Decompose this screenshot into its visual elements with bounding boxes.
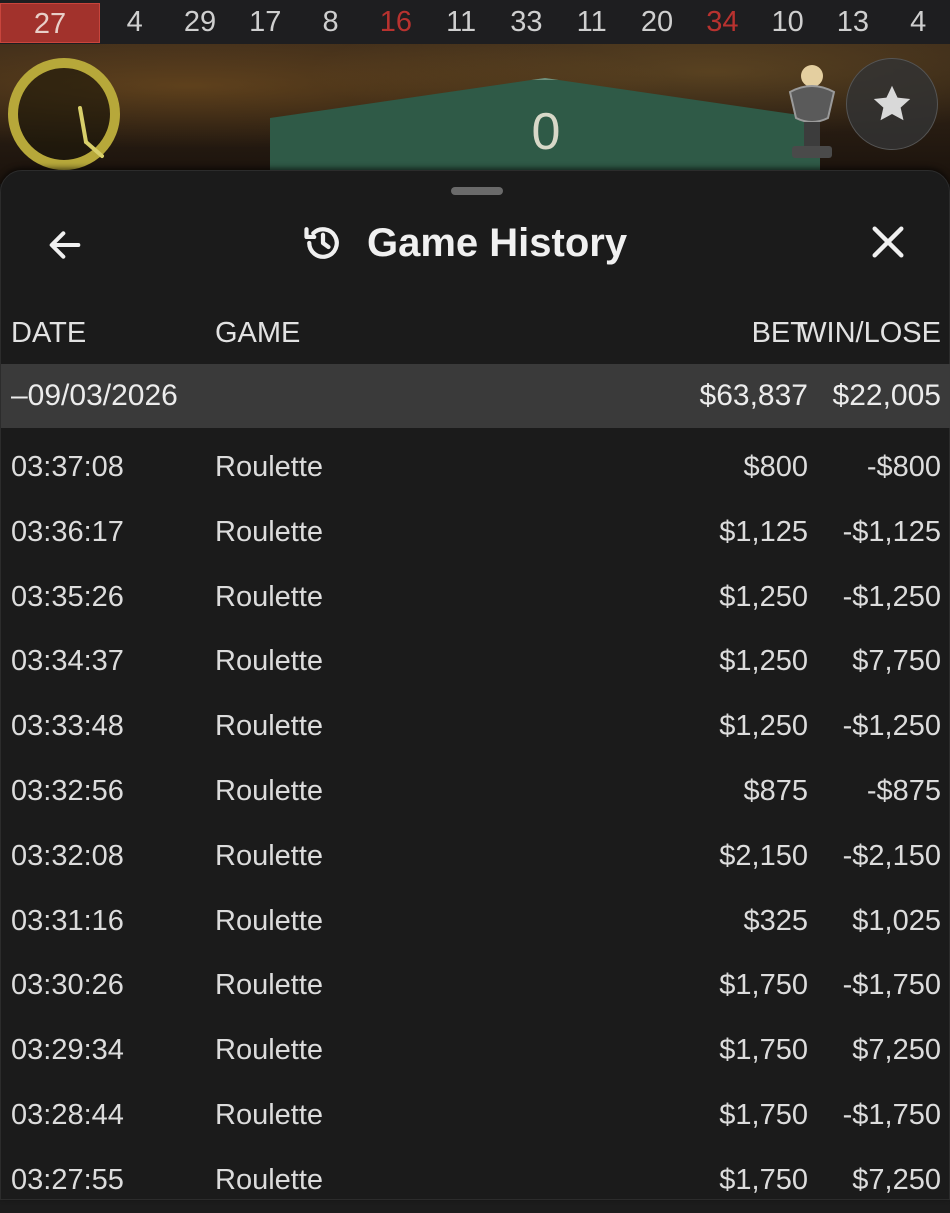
row-game: Roulette <box>215 1163 324 1196</box>
row-win-lose: -$800 <box>866 451 941 483</box>
history-icon <box>304 227 339 259</box>
result-number: 13 <box>836 6 870 38</box>
day-summary-row[interactable]: –09/03/2026 $63,837 $22,005 <box>1 364 950 428</box>
row-time: 03:36:17 <box>11 515 124 548</box>
row-time: 03:32:08 <box>11 839 124 872</box>
history-row[interactable]: 03:33:48 Roulette $1,250 -$1,250 <box>1 694 950 759</box>
row-game: Roulette <box>215 839 324 872</box>
row-game: Roulette <box>215 1034 324 1067</box>
result-number: 17 <box>249 6 282 38</box>
row-game: Roulette <box>215 580 324 613</box>
row-bet: $875 <box>743 774 808 807</box>
row-game: Roulette <box>215 515 324 548</box>
zero-pocket-label: 0 <box>531 103 561 161</box>
row-win-lose: -$1,250 <box>842 710 941 743</box>
row-game: Roulette <box>215 451 324 483</box>
close-icon <box>872 226 904 258</box>
row-bet: $1,250 <box>719 645 808 678</box>
row-bet: $325 <box>743 904 808 937</box>
day-summary-bet: $63,837 <box>699 379 808 412</box>
result-number: 8 <box>322 6 339 38</box>
result-number: 4 <box>126 6 143 38</box>
arrow-left-icon <box>49 231 81 259</box>
row-bet: $800 <box>743 451 808 483</box>
page-title: Game History <box>367 220 628 265</box>
history-row[interactable]: 03:36:17 Roulette $1,125 -$1,125 <box>1 500 950 565</box>
latest-result: 27 <box>0 3 100 43</box>
row-win-lose: $7,250 <box>852 1163 941 1196</box>
row-win-lose: $7,250 <box>852 1034 941 1067</box>
history-list: 03:37:08 Roulette $800 -$800 03:36:17 Roulett… <box>1 435 950 1213</box>
row-bet: $1,750 <box>719 1163 808 1196</box>
row-game: Roulette <box>215 1098 324 1131</box>
row-bet: $1,250 <box>719 710 808 743</box>
recent-results-strip: 27 4 29 17 8 16 11 33 11 20 34 10 13 4 <box>0 0 950 45</box>
row-time: 03:34:37 <box>11 645 124 678</box>
row-win-lose: $7,750 <box>852 645 941 678</box>
day-summary-date: –09/03/2026 <box>11 379 178 412</box>
row-bet: $1,750 <box>719 1034 808 1067</box>
row-time: 03:29:34 <box>11 1034 124 1067</box>
favorite-button[interactable] <box>846 58 938 150</box>
result-number: 4 <box>910 6 927 38</box>
history-row[interactable]: 03:27:55 Roulette $1,750 $7,250 <box>1 1148 950 1213</box>
row-win-lose: -$1,250 <box>842 580 941 613</box>
history-row[interactable]: 03:29:34 Roulette $1,750 $7,250 <box>1 1018 950 1083</box>
row-bet: $1,750 <box>719 1098 808 1131</box>
row-time: 03:32:56 <box>11 774 124 807</box>
result-number: 11 <box>446 6 477 38</box>
result-number: 33 <box>510 6 543 38</box>
result-number: 11 <box>576 6 607 38</box>
row-bet: $1,750 <box>719 969 808 1002</box>
game-scene: 0 <box>0 44 950 190</box>
row-win-lose: -$1,125 <box>842 515 941 548</box>
ball-stand-icon <box>782 62 842 172</box>
row-game: Roulette <box>215 969 324 1002</box>
row-time: 03:28:44 <box>11 1098 124 1131</box>
result-number: 34 <box>706 6 739 38</box>
row-win-lose: -$875 <box>866 774 941 807</box>
row-win-lose: -$2,150 <box>842 839 941 872</box>
result-number: 20 <box>640 6 674 38</box>
row-game: Roulette <box>215 904 324 937</box>
history-row[interactable]: 03:32:56 Roulette $875 -$875 <box>1 759 950 824</box>
timer-clock-icon <box>8 58 120 170</box>
result-number: 29 <box>183 6 217 38</box>
row-game: Roulette <box>215 710 324 743</box>
row-bet: $1,250 <box>719 580 808 613</box>
row-time: 03:27:55 <box>11 1163 124 1196</box>
table-header: DATE GAME BET WIN/LOSE <box>1 311 950 355</box>
history-row[interactable]: 03:28:44 Roulette $1,750 -$1,750 <box>1 1083 950 1148</box>
history-row[interactable]: 03:35:26 Roulette $1,250 -$1,250 <box>1 565 950 630</box>
row-bet: $1,125 <box>719 515 808 548</box>
row-time: 03:30:26 <box>11 969 124 1002</box>
row-time: 03:31:16 <box>11 904 124 937</box>
day-summary-win-lose: $22,005 <box>832 379 941 412</box>
history-row[interactable]: 03:37:08 Roulette $800 -$800 <box>1 435 950 500</box>
close-button[interactable] <box>861 215 915 269</box>
star-icon <box>873 85 911 121</box>
row-win-lose: -$1,750 <box>842 1098 941 1131</box>
panel-header: Game History <box>301 213 627 273</box>
row-time: 03:33:48 <box>11 710 124 743</box>
row-time: 03:35:26 <box>11 580 124 613</box>
row-win-lose: $1,025 <box>852 904 941 937</box>
back-button[interactable] <box>39 219 91 271</box>
result-number: 10 <box>771 6 804 38</box>
row-win-lose: -$1,750 <box>842 969 941 1002</box>
result-number: 16 <box>379 6 412 38</box>
game-history-panel: Game History DATE GAME BET WIN/LOSE –09/… <box>0 170 950 1200</box>
row-game: Roulette <box>215 774 324 807</box>
column-header-win-lose: WIN/LOSE <box>799 317 941 349</box>
column-header-game: GAME <box>215 317 301 349</box>
row-time: 03:37:08 <box>11 451 124 483</box>
row-game: Roulette <box>215 645 324 678</box>
history-row[interactable]: 03:31:16 Roulette $325 $1,025 <box>1 889 950 954</box>
drag-handle[interactable] <box>451 187 503 195</box>
history-row[interactable]: 03:32:08 Roulette $2,150 -$2,150 <box>1 824 950 889</box>
column-header-date: DATE <box>11 317 87 349</box>
history-row[interactable]: 03:34:37 Roulette $1,250 $7,750 <box>1 629 950 694</box>
history-row[interactable]: 03:30:26 Roulette $1,750 -$1,750 <box>1 953 950 1018</box>
row-bet: $2,150 <box>719 839 808 872</box>
